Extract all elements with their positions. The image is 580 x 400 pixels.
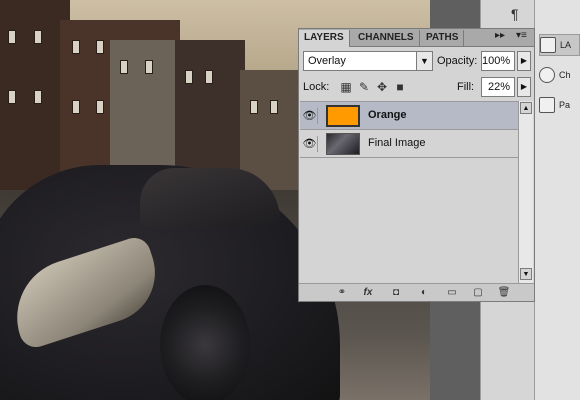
dock-item-label: Ch bbox=[559, 70, 571, 80]
eye-icon[interactable]: 👁 bbox=[302, 136, 318, 152]
adjustment-icon[interactable]: ◐ bbox=[417, 286, 431, 300]
dock-item-label: LA bbox=[560, 40, 572, 50]
window bbox=[8, 90, 16, 104]
lock-row: Lock: ▦ ✎ ✥ ■ Fill: 22% ▶ bbox=[303, 77, 531, 97]
link-icon[interactable]: ⚭ bbox=[335, 286, 349, 300]
car-window bbox=[140, 168, 280, 228]
paragraph-icon[interactable]: ¶ bbox=[511, 6, 519, 22]
folder-icon[interactable]: ▭ bbox=[445, 286, 459, 300]
layer-name: Final Image bbox=[368, 137, 426, 149]
window bbox=[72, 40, 80, 54]
lock-label: Lock: bbox=[303, 81, 330, 93]
window bbox=[145, 60, 153, 74]
dock-item-layers[interactable]: LA bbox=[539, 34, 580, 56]
tab-layers[interactable]: LAYERS bbox=[299, 30, 350, 47]
opacity-label: Opacity: bbox=[437, 55, 478, 67]
lock-paint-icon[interactable]: ✎ bbox=[357, 80, 371, 94]
window bbox=[34, 30, 42, 44]
panel-menu-icon[interactable]: ▾≡ bbox=[516, 30, 527, 46]
layer-list: 👁 Orange 👁 Final Image bbox=[300, 101, 519, 283]
collapse-icon[interactable]: ▸▸ bbox=[495, 30, 505, 46]
tab-channels[interactable]: CHANNELS bbox=[353, 30, 420, 47]
eye-icon[interactable]: 👁 bbox=[302, 108, 318, 124]
layer-row-orange[interactable]: 👁 Orange bbox=[300, 102, 519, 130]
layers-icon bbox=[540, 37, 556, 53]
blend-row: Overlay ▼ Opacity: 100% ▶ bbox=[303, 51, 531, 71]
layers-panel: LAYERS CHANNELS PATHS ▸▸ ▾≡ Overlay ▼ Op… bbox=[298, 28, 535, 302]
window bbox=[96, 100, 104, 114]
lock-all-icon[interactable]: ■ bbox=[393, 80, 407, 94]
chevron-down-icon: ▼ bbox=[416, 52, 432, 70]
mask-icon[interactable]: ◘ bbox=[389, 286, 403, 300]
opacity-slider-button[interactable]: ▶ bbox=[517, 51, 531, 71]
fill-slider-button[interactable]: ▶ bbox=[517, 77, 531, 97]
window bbox=[250, 100, 258, 114]
layers-bottom-bar: ⚭ fx ◘ ◐ ▭ ▢ 🗑 bbox=[299, 283, 534, 301]
dock-item-label: Pa bbox=[559, 100, 571, 110]
new-layer-icon[interactable]: ▢ bbox=[471, 286, 485, 300]
window bbox=[8, 30, 16, 44]
channels-icon bbox=[539, 67, 555, 83]
scroll-up-icon[interactable]: ▲ bbox=[520, 102, 532, 114]
fill-label: Fill: bbox=[457, 81, 475, 93]
layer-name: Orange bbox=[368, 109, 407, 121]
window bbox=[34, 90, 42, 104]
blend-mode-select[interactable]: Overlay ▼ bbox=[303, 51, 433, 71]
layer-list-scrollbar[interactable]: ▲ ▼ bbox=[518, 101, 533, 283]
scroll-down-icon[interactable]: ▼ bbox=[520, 268, 532, 280]
opacity-field[interactable]: 100% bbox=[481, 51, 515, 71]
dock-item-paths[interactable]: Pa bbox=[539, 94, 580, 116]
trash-icon[interactable]: 🗑 bbox=[497, 286, 511, 300]
window bbox=[72, 100, 80, 114]
panel-dock: LA Ch Pa bbox=[535, 0, 580, 400]
window bbox=[96, 40, 104, 54]
panel-tab-strip: LAYERS CHANNELS PATHS ▸▸ ▾≡ bbox=[299, 29, 534, 47]
lock-transparency-icon[interactable]: ▦ bbox=[339, 80, 353, 94]
window bbox=[205, 70, 213, 84]
layer-thumbnail bbox=[326, 133, 360, 155]
layer-row-final-image[interactable]: 👁 Final Image bbox=[300, 130, 519, 158]
window bbox=[270, 100, 278, 114]
dock-item-channels[interactable]: Ch bbox=[539, 64, 580, 86]
tab-paths[interactable]: PATHS bbox=[421, 30, 465, 47]
car-wheel bbox=[160, 285, 250, 400]
fx-icon[interactable]: fx bbox=[361, 286, 375, 300]
layer-thumbnail bbox=[326, 105, 360, 127]
blend-mode-value: Overlay bbox=[308, 55, 346, 67]
window bbox=[185, 70, 193, 84]
lock-position-icon[interactable]: ✥ bbox=[375, 80, 389, 94]
window bbox=[120, 60, 128, 74]
paths-icon bbox=[539, 97, 555, 113]
fill-field[interactable]: 22% bbox=[481, 77, 515, 97]
